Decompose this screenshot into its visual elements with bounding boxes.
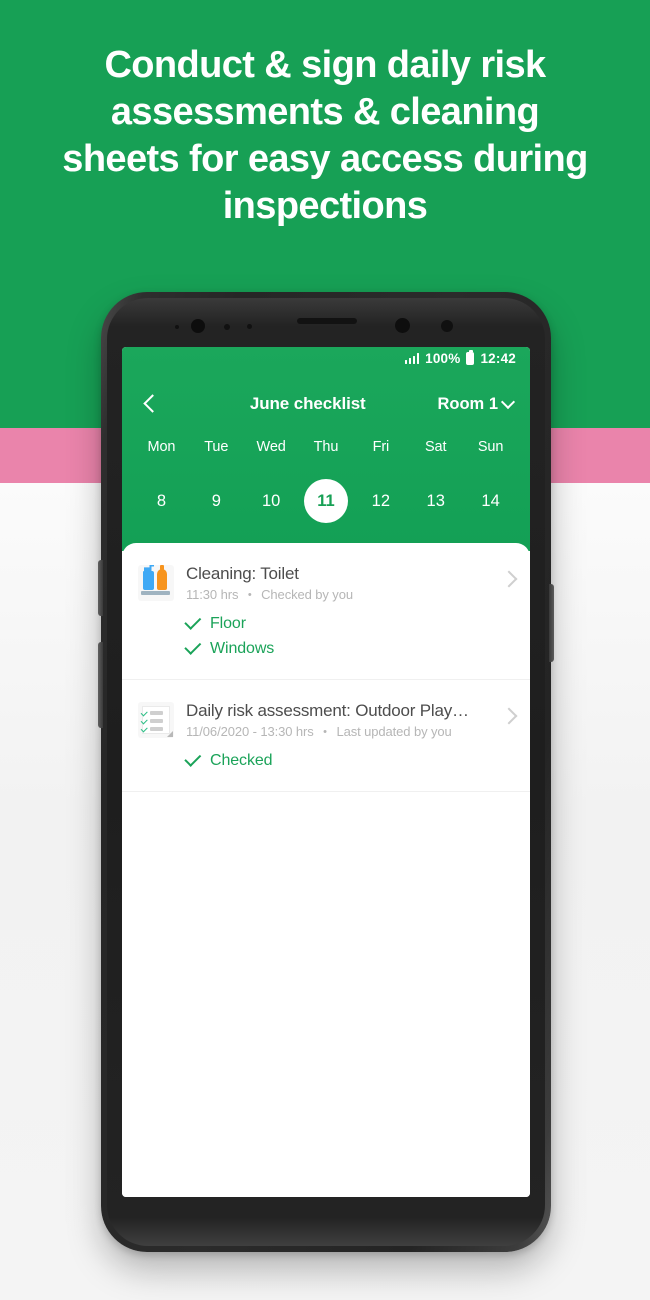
check-icon bbox=[184, 749, 202, 767]
task-check-list: Floor Windows bbox=[184, 611, 498, 661]
date-cell: 8 bbox=[134, 479, 189, 523]
task-meta-time: 11/06/2020 - 13:30 hrs bbox=[186, 724, 314, 739]
check-icon bbox=[184, 637, 202, 655]
weekday-label: Wed bbox=[256, 439, 286, 455]
date-picker-row: 8 9 10 11 12 13 14 bbox=[122, 479, 530, 523]
task-row[interactable]: Daily risk assessment: Outdoor Play… 11/… bbox=[122, 680, 530, 792]
status-bar: 100% 12:42 bbox=[404, 349, 516, 366]
task-meta: 11:30 hrs • Checked by you bbox=[186, 587, 498, 602]
proximity-sensor-icon bbox=[224, 324, 230, 330]
date-cell: 13 bbox=[408, 479, 463, 523]
task-meta-separator: • bbox=[247, 589, 252, 601]
room-selector-label: Room 1 bbox=[437, 394, 498, 413]
task-meta-separator: • bbox=[323, 726, 327, 738]
room-selector-dropdown[interactable]: Room 1 bbox=[437, 395, 514, 414]
date-button[interactable]: 12 bbox=[359, 479, 403, 523]
app-header: 100% 12:42 June checklist Room 1 Mon Tue… bbox=[122, 347, 530, 551]
task-row-main: Daily risk assessment: Outdoor Play… 11/… bbox=[138, 700, 498, 739]
task-list-sheet: Cleaning: Toilet 11:30 hrs • Checked by … bbox=[122, 543, 530, 1197]
task-row[interactable]: Cleaning: Toilet 11:30 hrs • Checked by … bbox=[122, 543, 530, 680]
back-chevron-icon[interactable] bbox=[138, 391, 164, 417]
front-camera-icon bbox=[191, 319, 205, 333]
check-icon bbox=[184, 612, 202, 630]
weekday-label: Sat bbox=[424, 439, 447, 455]
weekday-header-row: Mon Tue Wed Thu Fri Sat Sun bbox=[122, 439, 530, 455]
screenshot-root: Conduct & sign daily risk assessments & … bbox=[0, 0, 650, 1300]
date-button[interactable]: 9 bbox=[194, 479, 238, 523]
date-cell: 10 bbox=[244, 479, 299, 523]
phone-top-bezel bbox=[101, 292, 551, 350]
weekday-label: Tue bbox=[204, 439, 229, 455]
volume-up-button[interactable] bbox=[98, 560, 103, 616]
task-check-item: Checked bbox=[184, 748, 498, 773]
task-check-item: Floor bbox=[184, 611, 498, 636]
date-cell: 11 bbox=[299, 479, 354, 523]
page-title: June checklist bbox=[249, 394, 366, 413]
task-meta: 11/06/2020 - 13:30 hrs • Last updated by… bbox=[186, 724, 498, 739]
date-button[interactable]: 14 bbox=[469, 479, 513, 523]
battery-percent-label: 100% bbox=[425, 351, 461, 366]
date-button[interactable]: 13 bbox=[414, 479, 458, 523]
checklist-icon bbox=[138, 702, 174, 738]
task-title: Daily risk assessment: Outdoor Play… bbox=[186, 701, 469, 720]
page-headline: Conduct & sign daily risk assessments & … bbox=[62, 44, 588, 227]
date-cell: 14 bbox=[463, 479, 518, 523]
phone-screen: 100% 12:42 June checklist Room 1 Mon Tue… bbox=[122, 347, 530, 1197]
phone-device-mockup: 100% 12:42 June checklist Room 1 Mon Tue… bbox=[98, 292, 554, 1252]
weekday-label: Fri bbox=[372, 439, 390, 455]
secondary-sensor-icon bbox=[441, 320, 453, 332]
navigation-bar: June checklist Room 1 bbox=[122, 383, 530, 425]
chevron-down-icon bbox=[503, 397, 514, 408]
earpiece-speaker-icon bbox=[297, 318, 357, 324]
task-meta-time: 11:30 hrs bbox=[186, 587, 239, 602]
weekday-label: Sun bbox=[477, 439, 504, 455]
date-button-selected[interactable]: 11 bbox=[304, 479, 348, 523]
status-bar-clock: 12:42 bbox=[480, 351, 516, 366]
weekday-label: Mon bbox=[147, 439, 176, 455]
chevron-right-icon[interactable] bbox=[503, 573, 516, 586]
task-check-label: Floor bbox=[210, 615, 246, 632]
task-title: Cleaning: Toilet bbox=[186, 564, 299, 583]
task-meta-status: Last updated by you bbox=[336, 724, 452, 739]
iris-scanner-icon bbox=[395, 318, 410, 333]
task-check-item: Windows bbox=[184, 636, 498, 661]
weekday-label: Thu bbox=[313, 439, 339, 455]
date-button[interactable]: 10 bbox=[249, 479, 293, 523]
date-button[interactable]: 8 bbox=[139, 479, 183, 523]
volume-down-button[interactable] bbox=[98, 642, 103, 728]
power-button[interactable] bbox=[549, 584, 554, 662]
task-check-list: Checked bbox=[184, 748, 498, 773]
signal-bars-icon bbox=[404, 353, 420, 364]
battery-full-icon bbox=[466, 349, 475, 365]
sensor-dot-icon bbox=[175, 325, 179, 329]
light-sensor-icon bbox=[247, 324, 252, 329]
task-row-main: Cleaning: Toilet 11:30 hrs • Checked by … bbox=[138, 563, 498, 602]
task-check-label: Checked bbox=[210, 752, 273, 769]
task-row-body: Cleaning: Toilet 11:30 hrs • Checked by … bbox=[186, 563, 498, 602]
task-meta-status: Checked by you bbox=[261, 587, 353, 602]
chevron-right-icon[interactable] bbox=[503, 710, 516, 723]
cleaning-spray-bottles-icon bbox=[138, 565, 174, 601]
date-cell: 9 bbox=[189, 479, 244, 523]
task-check-label: Windows bbox=[210, 640, 275, 657]
date-cell: 12 bbox=[353, 479, 408, 523]
task-row-body: Daily risk assessment: Outdoor Play… 11/… bbox=[186, 700, 498, 739]
